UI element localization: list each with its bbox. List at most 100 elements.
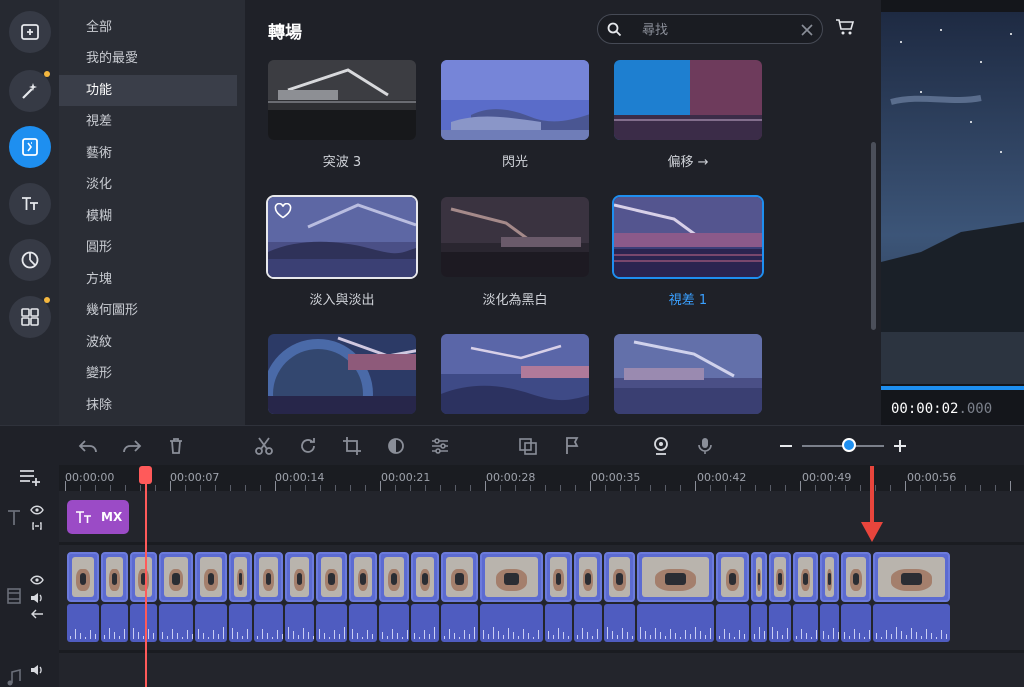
audio-waveform[interactable] — [254, 604, 283, 642]
transition-tile-fade-in-out[interactable] — [266, 195, 418, 279]
video-clip[interactable] — [67, 552, 99, 602]
zoom-slider-handle[interactable] — [842, 438, 856, 452]
video-clip[interactable] — [820, 552, 839, 602]
zoom-in-icon[interactable] — [889, 435, 911, 457]
video-clip[interactable] — [716, 552, 749, 602]
video-clip[interactable] — [411, 552, 439, 602]
preview-progress-bar[interactable] — [881, 386, 1024, 390]
video-clip[interactable] — [285, 552, 314, 602]
category-fade[interactable]: 淡化 — [59, 169, 237, 200]
audio-waveform[interactable] — [316, 604, 347, 642]
add-media-button[interactable] — [9, 11, 51, 53]
transition-tile[interactable] — [439, 332, 591, 416]
category-art[interactable]: 藝術 — [59, 138, 237, 169]
video-clip[interactable] — [480, 552, 543, 602]
stickers-button[interactable] — [9, 239, 51, 281]
audio-waveform[interactable] — [604, 604, 635, 642]
video-clip[interactable] — [637, 552, 714, 602]
titles-button[interactable] — [9, 183, 51, 225]
audio-waveform[interactable] — [841, 604, 871, 642]
visibility-eye-icon[interactable] — [30, 505, 44, 515]
category-blur[interactable]: 模糊 — [59, 201, 237, 232]
category-geometric[interactable]: 幾何圖形 — [59, 295, 237, 326]
cut-icon[interactable] — [253, 435, 275, 457]
audio-waveform[interactable] — [349, 604, 377, 642]
video-clip[interactable] — [349, 552, 377, 602]
video-clip[interactable] — [254, 552, 283, 602]
audio-waveform[interactable] — [480, 604, 543, 642]
transition-tile-offset[interactable] — [612, 58, 764, 142]
video-clip[interactable] — [130, 552, 157, 602]
arrow-left-icon[interactable] — [30, 609, 44, 619]
video-clip[interactable] — [316, 552, 347, 602]
video-clip[interactable] — [769, 552, 791, 602]
volume-icon[interactable] — [30, 592, 44, 604]
visibility-eye-icon[interactable] — [30, 575, 44, 585]
category-favorites[interactable]: 我的最愛 — [59, 43, 237, 74]
video-clip[interactable] — [545, 552, 572, 602]
playhead-handle[interactable] — [139, 466, 152, 484]
audio-waveform[interactable] — [195, 604, 227, 642]
category-morph[interactable]: 變形 — [59, 358, 237, 389]
cart-icon[interactable] — [835, 18, 855, 36]
audio-waveform[interactable] — [873, 604, 950, 642]
category-ripple[interactable]: 波紋 — [59, 327, 237, 358]
audio-waveform[interactable] — [716, 604, 749, 642]
category-blocks[interactable]: 方塊 — [59, 264, 237, 295]
panel-scrollbar[interactable] — [871, 142, 876, 330]
video-clip[interactable] — [873, 552, 950, 602]
video-clip[interactable] — [195, 552, 227, 602]
color-icon[interactable] — [385, 435, 407, 457]
category-parallax[interactable]: 視差 — [59, 106, 237, 137]
undo-icon[interactable] — [77, 435, 99, 457]
audio-waveform[interactable] — [229, 604, 252, 642]
transition-tile[interactable] — [266, 332, 418, 416]
category-wipe[interactable]: 抹除 — [59, 390, 237, 421]
microphone-icon[interactable] — [694, 435, 716, 457]
delete-icon[interactable] — [165, 435, 187, 457]
audio-waveform[interactable] — [441, 604, 478, 642]
zoom-out-icon[interactable] — [775, 435, 797, 457]
audio-waveform[interactable] — [159, 604, 193, 642]
video-clip[interactable] — [441, 552, 478, 602]
video-clip[interactable] — [159, 552, 193, 602]
category-circle[interactable]: 圓形 — [59, 232, 237, 263]
transition-tile[interactable] — [612, 332, 764, 416]
audio-waveform[interactable] — [574, 604, 602, 642]
overlay-icon[interactable] — [517, 435, 539, 457]
video-clip[interactable] — [751, 552, 767, 602]
audio-waveform[interactable] — [793, 604, 818, 642]
audio-waveform[interactable] — [820, 604, 839, 642]
audio-waveform[interactable] — [379, 604, 409, 642]
video-clip[interactable] — [229, 552, 252, 602]
add-track-icon[interactable] — [18, 467, 42, 487]
video-clip[interactable] — [379, 552, 409, 602]
crop-icon[interactable] — [341, 435, 363, 457]
effects-button[interactable] — [9, 70, 51, 112]
audio-waveform[interactable] — [130, 604, 157, 642]
video-clip[interactable] — [793, 552, 818, 602]
audio-waveform[interactable] — [285, 604, 314, 642]
favorite-heart-icon[interactable] — [274, 203, 292, 219]
video-clip[interactable] — [604, 552, 635, 602]
clear-search-icon[interactable] — [801, 24, 813, 36]
audio-waveform[interactable] — [769, 604, 791, 642]
volume-icon[interactable] — [30, 664, 44, 676]
transition-tile-fade-to-bw[interactable] — [439, 195, 591, 279]
audio-waveform[interactable] — [545, 604, 572, 642]
rotate-icon[interactable] — [297, 435, 319, 457]
marker-icon[interactable] — [561, 435, 583, 457]
webcam-icon[interactable] — [650, 435, 672, 457]
transition-tile-glitch-3[interactable] — [266, 58, 418, 142]
transition-tile-flash[interactable] — [439, 58, 591, 142]
video-clip[interactable] — [574, 552, 602, 602]
link-icon[interactable] — [31, 521, 43, 531]
audio-waveform[interactable] — [67, 604, 99, 642]
audio-waveform[interactable] — [751, 604, 767, 642]
transition-tile-parallax-1[interactable] — [612, 195, 764, 279]
search-input[interactable] — [642, 21, 792, 39]
title-clip[interactable]: MX — [67, 500, 129, 534]
audio-waveform[interactable] — [101, 604, 128, 642]
video-clip[interactable] — [841, 552, 871, 602]
audio-waveform[interactable] — [637, 604, 714, 642]
